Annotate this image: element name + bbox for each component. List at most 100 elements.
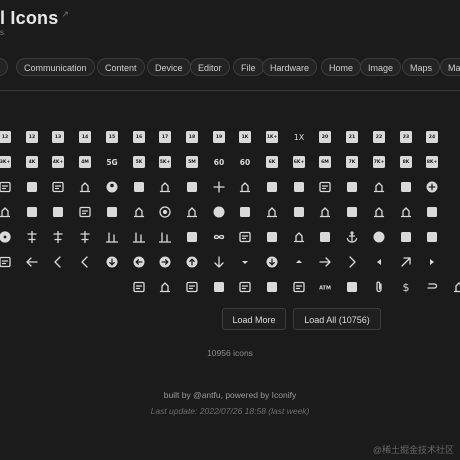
arrow-drop-down-icon[interactable] bbox=[234, 251, 256, 273]
arrow-drop-down-circle-icon[interactable] bbox=[261, 251, 283, 273]
ads-click-icon[interactable] bbox=[234, 201, 256, 223]
attach-money-icon[interactable]: $ bbox=[395, 276, 417, 298]
author-link[interactable]: @antfu bbox=[193, 390, 221, 400]
load-all-button[interactable]: Load All (10756) bbox=[293, 308, 381, 330]
airline-seat-individual-suite-icon[interactable] bbox=[368, 201, 390, 223]
6k-plus-icon[interactable]: 6K+ bbox=[288, 151, 310, 173]
area-chart-icon[interactable] bbox=[0, 251, 16, 273]
add-a-photo-icon[interactable] bbox=[234, 176, 256, 198]
album-icon[interactable] bbox=[0, 226, 16, 248]
assignment-turned-in-icon[interactable] bbox=[154, 276, 176, 298]
add-circle-icon[interactable] bbox=[421, 176, 443, 198]
category-chip-editor[interactable]: Editor bbox=[190, 58, 230, 76]
arrow-back-icon[interactable] bbox=[21, 251, 43, 273]
attach-email-icon[interactable] bbox=[341, 276, 363, 298]
arrow-circle-down-icon[interactable] bbox=[101, 251, 123, 273]
account-balance-icon[interactable] bbox=[21, 176, 43, 198]
arrow-circle-left-icon[interactable] bbox=[128, 251, 150, 273]
anchor-icon[interactable] bbox=[341, 226, 363, 248]
airline-seat-flat-icon[interactable] bbox=[314, 201, 336, 223]
arrow-outward-icon[interactable] bbox=[395, 251, 417, 273]
assignment-returned-icon[interactable] bbox=[128, 276, 150, 298]
arrow-back-ios-icon[interactable] bbox=[47, 251, 69, 273]
align-horizontal-center-icon[interactable] bbox=[21, 226, 43, 248]
20-mp-icon[interactable]: 20 bbox=[314, 126, 336, 148]
assistant-icon[interactable] bbox=[208, 276, 230, 298]
1k-icon[interactable]: 1K bbox=[234, 126, 256, 148]
18-mp-icon[interactable]: 18 bbox=[181, 126, 203, 148]
category-chip-communication[interactable]: Communication bbox=[16, 58, 95, 76]
assist-walker-icon[interactable] bbox=[181, 276, 203, 298]
4mp-icon[interactable]: 4M bbox=[74, 151, 96, 173]
agriculture-icon[interactable] bbox=[261, 201, 283, 223]
13-mp-icon[interactable]: 13 bbox=[47, 126, 69, 148]
arrow-back-ios-new-icon[interactable] bbox=[74, 251, 96, 273]
17-mp-icon[interactable]: 17 bbox=[154, 126, 176, 148]
add-to-queue-icon[interactable] bbox=[101, 201, 123, 223]
3k-plus-icon[interactable]: 3K+ bbox=[0, 151, 16, 173]
arrow-forward-icon[interactable] bbox=[314, 251, 336, 273]
all-inclusive-icon[interactable] bbox=[208, 226, 230, 248]
air-icon[interactable] bbox=[288, 201, 310, 223]
60fps-select-icon[interactable]: 60 bbox=[234, 151, 256, 173]
6mp-icon[interactable]: 6M bbox=[314, 151, 336, 173]
add-to-drive-icon[interactable] bbox=[21, 201, 43, 223]
add-to-home-screen-icon[interactable] bbox=[47, 201, 69, 223]
attachment-icon[interactable] bbox=[421, 276, 443, 298]
arrow-left-icon[interactable] bbox=[368, 251, 390, 273]
19-mp-icon[interactable]: 19 bbox=[208, 126, 230, 148]
load-more-button[interactable]: Load More bbox=[222, 308, 286, 330]
21-mp-icon[interactable]: 21 bbox=[341, 126, 363, 148]
category-chip-ma[interactable]: Ma bbox=[440, 58, 460, 76]
category-chip-maps[interactable]: Maps bbox=[402, 58, 441, 76]
atm-icon[interactable]: ATM bbox=[314, 276, 336, 298]
account-tree-icon[interactable] bbox=[128, 176, 150, 198]
16-mp-icon[interactable]: 16 bbox=[128, 126, 150, 148]
add-card-icon[interactable] bbox=[368, 176, 390, 198]
adjust-icon[interactable] bbox=[154, 201, 176, 223]
account-box-icon[interactable] bbox=[74, 176, 96, 198]
6k-icon[interactable]: 6K bbox=[261, 151, 283, 173]
all-out-icon[interactable] bbox=[234, 226, 256, 248]
22-mp-icon[interactable]: 22 bbox=[368, 126, 390, 148]
admin-panel-settings-icon[interactable] bbox=[181, 201, 203, 223]
23-mp-icon[interactable]: 23 bbox=[395, 126, 417, 148]
60fps-icon[interactable]: 60 bbox=[208, 151, 230, 173]
attach-file-icon[interactable] bbox=[368, 276, 390, 298]
arrow-drop-up-icon[interactable] bbox=[288, 251, 310, 273]
add-chart-icon[interactable] bbox=[395, 176, 417, 198]
12-mp-icon[interactable]: 12 bbox=[21, 126, 43, 148]
arrow-circle-right-icon[interactable] bbox=[154, 251, 176, 273]
adobe-icon[interactable] bbox=[208, 201, 230, 223]
add-road-icon[interactable] bbox=[0, 201, 16, 223]
android-icon[interactable] bbox=[368, 226, 390, 248]
5g-icon[interactable]: 5G bbox=[101, 151, 123, 173]
airline-seat-legroom-extra-icon[interactable] bbox=[395, 201, 417, 223]
15-mp-icon[interactable]: 15 bbox=[101, 126, 123, 148]
arrow-circle-up-icon[interactable] bbox=[181, 251, 203, 273]
add-to-photos-icon[interactable] bbox=[74, 201, 96, 223]
adb-icon[interactable] bbox=[181, 176, 203, 198]
add-business-icon[interactable] bbox=[341, 176, 363, 198]
arrow-right-icon[interactable] bbox=[421, 251, 443, 273]
align-horizontal-left-icon[interactable] bbox=[47, 226, 69, 248]
animation-icon[interactable] bbox=[395, 226, 417, 248]
8k-icon[interactable]: 8K bbox=[395, 151, 417, 173]
align-vertical-top-icon[interactable] bbox=[154, 226, 176, 248]
alt-route-icon[interactable] bbox=[261, 226, 283, 248]
4k-icon[interactable]: 4K bbox=[21, 151, 43, 173]
7k-plus-icon[interactable]: 7K+ bbox=[368, 151, 390, 173]
assistant-direction-icon[interactable] bbox=[234, 276, 256, 298]
arrow-forward-ios-icon[interactable] bbox=[341, 251, 363, 273]
5mp-icon[interactable]: 5M bbox=[181, 151, 203, 173]
1x-icon[interactable]: 1X bbox=[288, 126, 310, 148]
align-vertical-bottom-icon[interactable] bbox=[101, 226, 123, 248]
announcement-icon[interactable] bbox=[421, 226, 443, 248]
adf-scanner-icon[interactable] bbox=[128, 201, 150, 223]
analytics-icon[interactable] bbox=[314, 226, 336, 248]
assured-workload-icon[interactable] bbox=[288, 276, 310, 298]
add-alert-icon[interactable] bbox=[288, 176, 310, 198]
ad-units-icon[interactable] bbox=[154, 176, 176, 198]
add-box-icon[interactable] bbox=[314, 176, 336, 198]
category-chip-content[interactable]: Content bbox=[97, 58, 145, 76]
